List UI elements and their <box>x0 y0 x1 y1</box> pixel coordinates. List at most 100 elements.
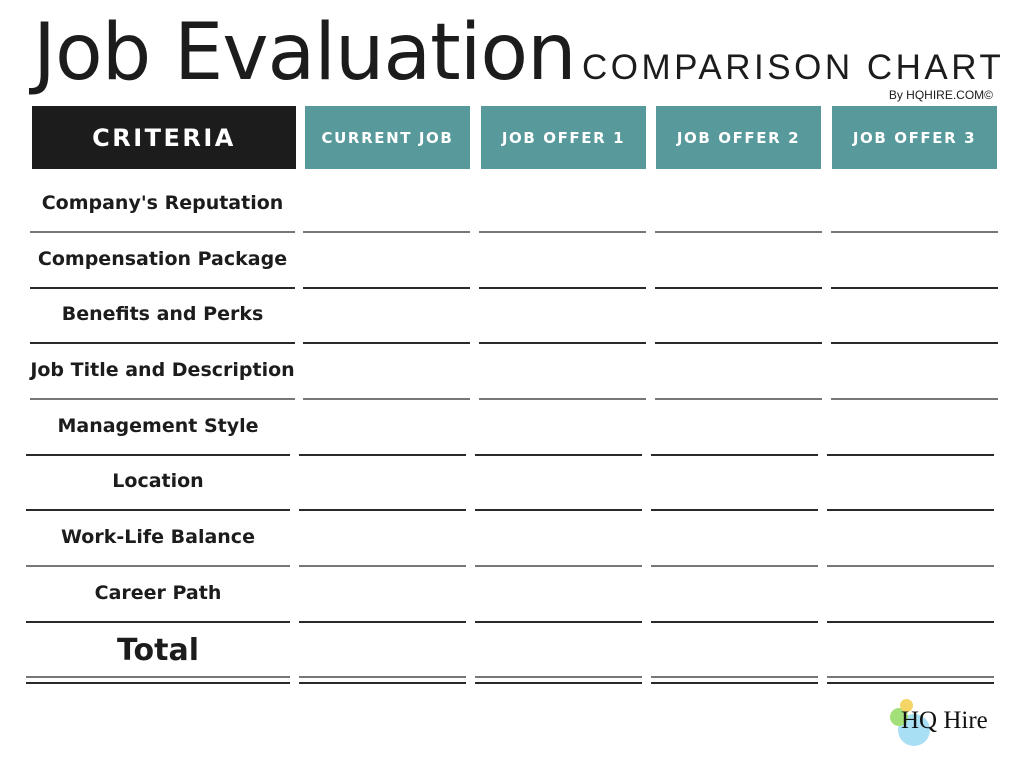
total-double-underline <box>26 676 290 678</box>
entry-cell[interactable] <box>475 513 642 563</box>
entry-cell[interactable] <box>299 513 466 563</box>
entry-cell[interactable] <box>827 569 994 619</box>
criteria-underline <box>26 509 290 511</box>
entry-cell[interactable] <box>831 179 998 229</box>
entry-underline <box>831 342 998 344</box>
entry-underline <box>651 621 818 623</box>
entry-underline <box>479 231 646 233</box>
total-cell[interactable] <box>827 624 994 674</box>
entry-cell[interactable] <box>831 290 998 340</box>
entry-underline <box>475 621 642 623</box>
entry-underline <box>651 509 818 511</box>
criteria-underline <box>30 287 295 289</box>
entry-underline <box>475 565 642 567</box>
entry-cell[interactable] <box>303 235 470 285</box>
entry-cell[interactable] <box>655 179 822 229</box>
entry-underline <box>827 565 994 567</box>
entry-cell[interactable] <box>651 513 818 563</box>
entry-underline <box>827 454 994 456</box>
entry-cell[interactable] <box>299 457 466 507</box>
total-double-underline <box>475 682 642 684</box>
entry-underline <box>475 454 642 456</box>
entry-underline <box>479 287 646 289</box>
total-cell[interactable] <box>475 624 642 674</box>
entry-underline <box>299 565 466 567</box>
column-header-job-offer-3: JOB OFFER 3 <box>832 106 997 169</box>
criteria-label: Benefits and Perks <box>61 303 264 325</box>
entry-underline <box>299 509 466 511</box>
criteria-underline <box>26 565 290 567</box>
total-double-underline <box>299 676 466 678</box>
entry-cell[interactable] <box>479 346 646 396</box>
entry-cell[interactable] <box>475 457 642 507</box>
entry-cell[interactable] <box>479 290 646 340</box>
entry-cell[interactable] <box>475 402 642 452</box>
criteria-underline <box>30 398 295 400</box>
entry-underline <box>479 398 646 400</box>
column-header-job-offer-2: JOB OFFER 2 <box>656 106 821 169</box>
entry-underline <box>831 398 998 400</box>
total-cell[interactable] <box>299 624 466 674</box>
total-double-underline <box>26 682 290 684</box>
entry-cell[interactable] <box>303 346 470 396</box>
criteria-label: Location <box>112 470 204 492</box>
entry-cell[interactable] <box>827 457 994 507</box>
criteria-underline <box>26 454 290 456</box>
entry-underline <box>651 454 818 456</box>
entry-underline <box>475 509 642 511</box>
criteria-label: Compensation Package <box>37 248 288 270</box>
criteria-underline <box>30 342 295 344</box>
entry-cell[interactable] <box>299 569 466 619</box>
total-label: Total <box>117 632 199 668</box>
entry-cell[interactable] <box>475 569 642 619</box>
entry-underline <box>303 231 470 233</box>
total-cell[interactable] <box>651 624 818 674</box>
entry-cell[interactable] <box>655 346 822 396</box>
criteria-label: Company's Reputation <box>41 192 284 214</box>
entry-cell[interactable] <box>655 235 822 285</box>
entry-underline <box>299 454 466 456</box>
entry-cell[interactable] <box>303 290 470 340</box>
entry-underline <box>827 621 994 623</box>
entry-cell[interactable] <box>831 235 998 285</box>
total-double-underline <box>299 682 466 684</box>
entry-underline <box>827 509 994 511</box>
entry-underline <box>655 231 822 233</box>
entry-cell[interactable] <box>655 290 822 340</box>
entry-cell[interactable] <box>651 402 818 452</box>
entry-underline <box>299 621 466 623</box>
hq-hire-logo: HQ Hire <box>888 698 998 750</box>
entry-underline <box>303 342 470 344</box>
total-double-underline <box>651 676 818 678</box>
criteria-label: Management Style <box>57 415 259 437</box>
criteria-underline <box>26 621 290 623</box>
entry-underline <box>655 342 822 344</box>
entry-cell[interactable] <box>827 402 994 452</box>
entry-cell[interactable] <box>651 457 818 507</box>
entry-underline <box>655 287 822 289</box>
entry-cell[interactable] <box>303 179 470 229</box>
entry-cell[interactable] <box>479 179 646 229</box>
entry-cell[interactable] <box>479 235 646 285</box>
entry-underline <box>655 398 822 400</box>
criteria-underline <box>30 231 295 233</box>
criteria-label: Career Path <box>94 582 222 604</box>
entry-underline <box>303 287 470 289</box>
page-title: Job Evaluation <box>33 8 577 98</box>
entry-cell[interactable] <box>299 402 466 452</box>
column-header-current-job: CURRENT JOB <box>305 106 470 169</box>
entry-underline <box>303 398 470 400</box>
total-double-underline <box>827 682 994 684</box>
criteria-label: Job Title and Description <box>30 359 295 381</box>
column-header-job-offer-1: JOB OFFER 1 <box>481 106 646 169</box>
entry-cell[interactable] <box>651 569 818 619</box>
total-double-underline <box>651 682 818 684</box>
criteria-header: CRITERIA <box>32 106 296 169</box>
entry-underline <box>831 231 998 233</box>
page-subtitle: COMPARISON CHART <box>582 48 1005 87</box>
total-double-underline <box>827 676 994 678</box>
entry-cell[interactable] <box>831 346 998 396</box>
entry-underline <box>831 287 998 289</box>
total-double-underline <box>475 676 642 678</box>
entry-cell[interactable] <box>827 513 994 563</box>
